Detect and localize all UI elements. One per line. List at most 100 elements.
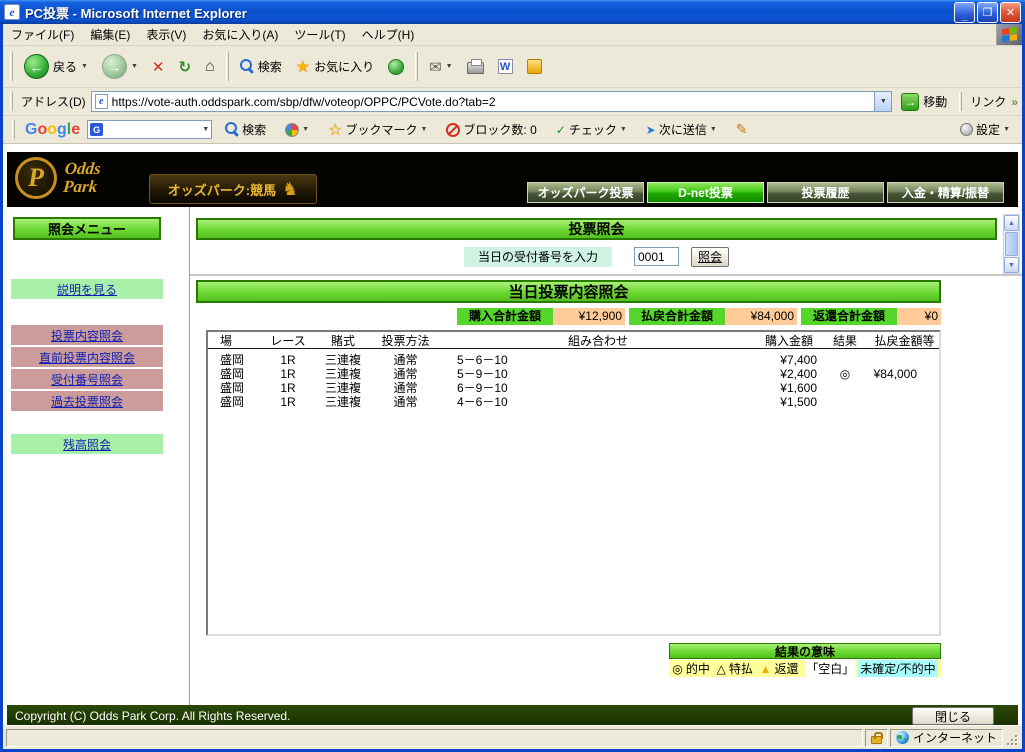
highlighter-button[interactable]: ✎ <box>730 118 754 141</box>
resize-grip[interactable] <box>1005 729 1019 747</box>
google-apps-button[interactable]: ▼ <box>279 120 315 140</box>
stop-icon: ✕ <box>151 58 165 76</box>
google-toolbar: Google G ▼ 検索 ▼ ☆ ブックマーク ▼ ブロック数: 0 ✓ チェッ… <box>3 116 1022 144</box>
copyright-text: Copyright (C) Odds Park Corp. All Rights… <box>15 709 291 723</box>
internet-zone-icon <box>895 731 909 744</box>
links-chevron-icon[interactable]: » <box>1011 95 1018 109</box>
page-footer: Copyright (C) Odds Park Corp. All Rights… <box>7 705 1018 725</box>
table-header-row: 場 レース 賭式 投票方法 組み合わせ 購入金額 結果 払戻金額等 <box>208 332 939 349</box>
toolbar-grip <box>10 52 13 81</box>
table-row: 盛岡 1R 三連複 通常 6－9－10 ¥1,600 <box>220 381 817 395</box>
bookmarks-button[interactable]: ☆ ブックマーク ▼ <box>322 117 433 143</box>
printer-icon <box>466 59 484 74</box>
menu-favorites[interactable]: お気に入り(A) <box>194 24 286 45</box>
receipt-input-row: 当日の受付番号を入力 照会 <box>196 246 997 267</box>
sidebar-item-recent-vote-details[interactable]: 直前投票内容照会 <box>11 347 163 367</box>
hit-symbol-icon: ◎ <box>672 661 683 676</box>
site-header: P Odds Park オッズパーク:競馬 ♞ オッズパーク投票 D-net投票 … <box>7 152 1018 207</box>
favorites-star-icon: ★ <box>295 58 311 76</box>
highlight-pen-icon: ✎ <box>735 121 748 137</box>
send-to-icon: ➤ <box>645 122 656 137</box>
google-search-button[interactable]: 検索 <box>219 118 272 141</box>
minimize-button[interactable]: _ <box>954 1 975 23</box>
ie-window-icon: e <box>4 4 20 20</box>
print-button[interactable] <box>461 55 490 78</box>
search-button[interactable]: 検索 <box>234 54 288 79</box>
today-vote-title: 当日投票内容照会 <box>196 280 941 303</box>
refresh-button[interactable]: ↻ <box>172 54 197 80</box>
lock-icon <box>870 731 883 744</box>
refund-total-value: ¥0 <box>897 308 941 325</box>
scrollbar-thumb[interactable] <box>1005 232 1018 256</box>
nav-vote-history-button[interactable]: 投票履歴 <box>767 182 884 203</box>
legend-undecided: 「空白」 未確定/不的中 <box>805 660 938 677</box>
links-separator <box>959 92 963 111</box>
home-button[interactable]: ⌂ <box>199 54 221 80</box>
forward-button[interactable]: → ▼ <box>96 50 144 83</box>
result-legend: ◎ 的中 △ 特払 ▲ 返還 「空白」 未確定/不的中 <box>669 660 941 677</box>
back-button[interactable]: ← 戻る ▼ <box>18 50 94 83</box>
refund-symbol-icon: ▲ <box>759 661 772 676</box>
receipt-number-input[interactable] <box>634 247 679 266</box>
address-bar: アドレス(D) e https://vote-auth.oddspark.com… <box>3 88 1022 116</box>
sidebar-item-vote-details[interactable]: 投票内容照会 <box>11 325 163 345</box>
menu-tools[interactable]: ツール(T) <box>286 24 353 45</box>
google-settings-button[interactable]: 設定 ▼ <box>954 118 1016 141</box>
refund-total-label: 返還合計金額 <box>801 308 897 325</box>
receipt-number-label: 当日の受付番号を入力 <box>463 246 612 267</box>
links-label[interactable]: リンク <box>970 93 1006 110</box>
menu-view[interactable]: 表示(V) <box>138 24 194 45</box>
sidebar-item-past-votes[interactable]: 過去投票照会 <box>11 391 163 411</box>
address-dropdown-button[interactable]: ▼ <box>874 92 892 111</box>
security-panel <box>864 728 888 747</box>
status-message-panel <box>6 728 863 747</box>
zone-label: インターネット <box>912 731 997 745</box>
addressbar-grip <box>10 92 13 111</box>
table-row: 盛岡 1R 三連複 通常 5－9－10 ¥2,400 ◎ ¥84,000 <box>220 367 917 381</box>
spellcheck-button[interactable]: ✓ チェック ▼ <box>550 118 633 141</box>
blank-symbol: 「空白」 <box>805 660 856 677</box>
go-arrow-icon: → <box>901 92 920 111</box>
edit-with-word-button[interactable]: W <box>492 55 519 78</box>
menu-edit[interactable]: 編集(E) <box>82 24 138 45</box>
title-bar: e PC投票 - Microsoft Internet Explorer _ ❐… <box>0 0 1025 24</box>
stop-button[interactable]: ✕ <box>146 54 171 80</box>
windows-flag-logo <box>996 24 1022 45</box>
standard-toolbar: ← 戻る ▼ → ▼ ✕ ↻ ⌂ 検索 ★ お気に入り ✉ ▼ W <box>3 46 1022 88</box>
sidebar-item-receipt-number[interactable]: 受付番号照会 <box>11 369 163 389</box>
nav-deposit-settlement-button[interactable]: 入金・精算/振替 <box>887 182 1004 203</box>
scroll-up-icon[interactable]: ▲ <box>1004 215 1019 231</box>
close-page-button[interactable]: 閉じる <box>912 707 994 725</box>
odds-park-logo[interactable]: P Odds Park <box>15 157 102 199</box>
popup-blocker-button[interactable]: ブロック数: 0 <box>440 118 542 141</box>
menu-file[interactable]: ファイル(F) <box>3 24 82 45</box>
google-search-input[interactable]: G ▼ <box>87 120 213 139</box>
messenger-button[interactable] <box>521 55 548 78</box>
mail-button[interactable]: ✉ ▼ <box>423 54 459 80</box>
favorites-button[interactable]: ★ お気に入り <box>290 53 380 81</box>
google-g-icon: G <box>90 123 104 136</box>
page-viewport: P Odds Park オッズパーク:競馬 ♞ オッズパーク投票 D-net投票 … <box>3 144 1022 725</box>
address-input[interactable]: e https://vote-auth.oddspark.com/sbp/dfw… <box>90 91 893 112</box>
result-legend-title: 結果の意味 <box>669 643 941 659</box>
mail-dropdown-icon: ▼ <box>445 63 453 70</box>
scroll-down-icon[interactable]: ▼ <box>1004 257 1019 273</box>
url-text: https://vote-auth.oddspark.com/sbp/dfw/v… <box>111 94 496 109</box>
menu-help[interactable]: ヘルプ(H) <box>354 24 423 45</box>
totals-row: 購入合計金額 ¥12,900 払戻合計金額 ¥84,000 返還合計金額 ¥0 <box>196 308 941 325</box>
sidebar-item-balance[interactable]: 残高照会 <box>11 434 163 454</box>
inquiry-button[interactable]: 照会 <box>691 246 729 267</box>
nav-oddspark-vote-button[interactable]: オッズパーク投票 <box>527 182 644 203</box>
sidebar-item-help[interactable]: 説明を見る <box>11 279 163 299</box>
vote-inquiry-title: 投票照会 <box>196 218 997 240</box>
zone-panel: インターネット <box>889 728 1003 747</box>
frame-divider <box>190 274 1022 276</box>
maximize-button[interactable]: ❐ <box>977 1 998 23</box>
address-label: アドレス(D) <box>21 95 86 109</box>
inquiry-sidebar: 照会メニュー 説明を見る 投票内容照会 直前投票内容照会 受付番号照会 過去投票… <box>3 207 189 705</box>
send-to-button[interactable]: ➤ 次に送信 ▼ <box>640 118 723 141</box>
close-window-button[interactable]: ✕ <box>1000 1 1021 23</box>
go-button[interactable]: → 移動 <box>897 91 951 113</box>
media-button[interactable] <box>382 55 410 79</box>
nav-dnet-vote-button[interactable]: D-net投票 <box>647 182 764 203</box>
